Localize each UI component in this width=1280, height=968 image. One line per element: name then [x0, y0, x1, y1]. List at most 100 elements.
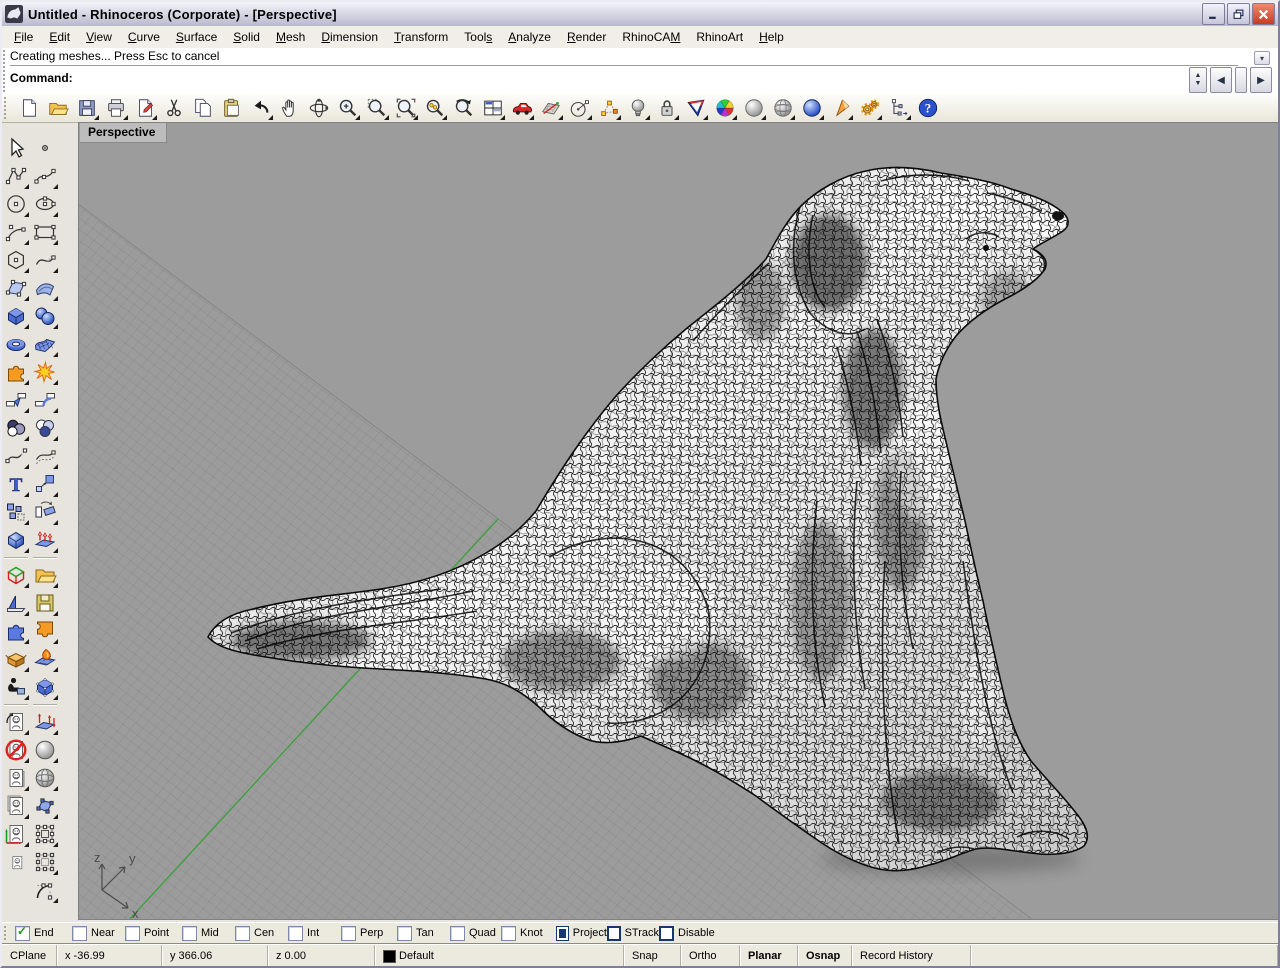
- restore-button[interactable]: [1227, 3, 1250, 25]
- osnap-end-checkbox[interactable]: [15, 926, 30, 941]
- minimize-button[interactable]: [1202, 3, 1225, 25]
- polyline-button[interactable]: [2, 162, 30, 190]
- osnap-perp[interactable]: Perp: [341, 926, 397, 941]
- point-button[interactable]: [31, 134, 59, 162]
- menu-rhinoart[interactable]: RhinoArt: [688, 27, 751, 47]
- render-sphere-button[interactable]: [739, 94, 768, 122]
- measure-radius-button[interactable]: [565, 94, 594, 122]
- osnap-project[interactable]: Project: [556, 926, 607, 941]
- osnap-cen[interactable]: Cen: [235, 926, 288, 941]
- portrait-rotate-button[interactable]: [2, 708, 30, 736]
- orbit-view-button[interactable]: [304, 94, 333, 122]
- portrait-small-button[interactable]: [2, 848, 30, 876]
- save-floppy2-button[interactable]: [31, 589, 59, 617]
- torus-button[interactable]: [2, 330, 30, 358]
- color-wheel-button[interactable]: [710, 94, 739, 122]
- menu-edit[interactable]: Edit: [41, 27, 78, 47]
- blend-curve-button[interactable]: [31, 246, 59, 274]
- cage2-button[interactable]: [31, 848, 59, 876]
- surface-plane-button[interactable]: [2, 274, 30, 302]
- status-planar[interactable]: Planar: [740, 945, 798, 967]
- osnap-disable-checkbox[interactable]: [659, 926, 674, 941]
- cam-box-button[interactable]: [2, 561, 30, 589]
- osnap-end[interactable]: End: [15, 926, 72, 941]
- menu-tools[interactable]: Tools: [456, 27, 500, 47]
- close-button[interactable]: [1252, 3, 1275, 25]
- car-button[interactable]: [507, 94, 536, 122]
- undo-button[interactable]: [246, 94, 275, 122]
- osnap-near-checkbox[interactable]: [72, 926, 87, 941]
- osnap-int[interactable]: Int: [288, 926, 341, 941]
- machinist-button[interactable]: [2, 673, 30, 701]
- menu-view[interactable]: View: [78, 27, 120, 47]
- text-button[interactable]: T: [2, 470, 30, 498]
- polygon-button[interactable]: [2, 246, 30, 274]
- export-annotate-button[interactable]: [130, 94, 159, 122]
- zoom-selected-button[interactable]: [420, 94, 449, 122]
- wedge-block-button[interactable]: [2, 589, 30, 617]
- arc-button[interactable]: [2, 218, 30, 246]
- osnap-int-checkbox[interactable]: [288, 926, 303, 941]
- viewport-tab[interactable]: Perspective: [80, 123, 167, 143]
- osnap-mid-checkbox[interactable]: [182, 926, 197, 941]
- burst-button[interactable]: [31, 358, 59, 386]
- cone-flag-button[interactable]: [826, 94, 855, 122]
- status-layer[interactable]: Default: [375, 945, 624, 967]
- render-cube-button[interactable]: [2, 526, 30, 554]
- history-tree-button[interactable]: [884, 94, 913, 122]
- lamp-button[interactable]: [623, 94, 652, 122]
- osnap-disable[interactable]: Disable: [659, 926, 719, 941]
- mesh-cube-button[interactable]: [31, 673, 59, 701]
- puzzle-blue-button[interactable]: [2, 617, 30, 645]
- osnap-quad[interactable]: Quad: [450, 926, 501, 941]
- menu-dimension[interactable]: Dimension: [313, 27, 386, 47]
- menu-file[interactable]: File: [6, 27, 41, 47]
- menu-transform[interactable]: Transform: [386, 27, 456, 47]
- curve-handles-button[interactable]: [31, 876, 59, 904]
- analyze-surface-button[interactable]: [536, 94, 565, 122]
- undo-view-button[interactable]: [449, 94, 478, 122]
- status-ortho[interactable]: Ortho: [681, 945, 740, 967]
- status-osnap[interactable]: Osnap: [798, 945, 852, 967]
- boolean-spheres-button[interactable]: [2, 414, 30, 442]
- wedge-3pt-button[interactable]: [681, 94, 710, 122]
- offset-curve-button[interactable]: [31, 442, 59, 470]
- osnap-near[interactable]: Near: [72, 926, 125, 941]
- sphere-gray-button[interactable]: [31, 736, 59, 764]
- menu-help[interactable]: Help: [751, 27, 792, 47]
- flame-mesh-button[interactable]: [31, 645, 59, 673]
- zoom-dynamic-button[interactable]: [333, 94, 362, 122]
- osnap-knot-checkbox[interactable]: [501, 926, 516, 941]
- osnap-knot[interactable]: Knot: [501, 926, 556, 941]
- pointer-button[interactable]: [2, 134, 30, 162]
- osnap-tan-checkbox[interactable]: [397, 926, 412, 941]
- rotate-copy-button[interactable]: [31, 498, 59, 526]
- osnap-strack-checkbox[interactable]: [607, 926, 621, 941]
- chamfer-button[interactable]: [2, 386, 30, 414]
- control-quad-button[interactable]: [31, 792, 59, 820]
- surface-curved-button[interactable]: [31, 274, 59, 302]
- portrait-disable-button[interactable]: [2, 736, 30, 764]
- help-button[interactable]: ?: [913, 94, 942, 122]
- extrude-up-button[interactable]: [31, 526, 59, 554]
- stock-box-button[interactable]: [2, 645, 30, 673]
- command-prompt[interactable]: Command:: [10, 66, 1168, 92]
- scale-points-button[interactable]: [31, 470, 59, 498]
- command-next-button[interactable]: ▶: [1250, 67, 1272, 93]
- boolean-union-button[interactable]: [31, 414, 59, 442]
- circle-button[interactable]: [2, 190, 30, 218]
- open-file-button[interactable]: [43, 94, 72, 122]
- osnap-strack[interactable]: STrack: [607, 926, 659, 941]
- osnap-cen-checkbox[interactable]: [235, 926, 250, 941]
- copy-button[interactable]: [188, 94, 217, 122]
- puzzle-orange-button[interactable]: [2, 358, 30, 386]
- menu-curve[interactable]: Curve: [120, 27, 168, 47]
- status-cplane[interactable]: CPlane: [2, 945, 57, 967]
- extend-curve-button[interactable]: [2, 442, 30, 470]
- portrait-frame2-button[interactable]: [2, 792, 30, 820]
- menu-mesh[interactable]: Mesh: [268, 27, 313, 47]
- folder-button[interactable]: [31, 561, 59, 589]
- new-file-button[interactable]: [14, 94, 43, 122]
- pan-hand-button[interactable]: [275, 94, 304, 122]
- lock-button[interactable]: [652, 94, 681, 122]
